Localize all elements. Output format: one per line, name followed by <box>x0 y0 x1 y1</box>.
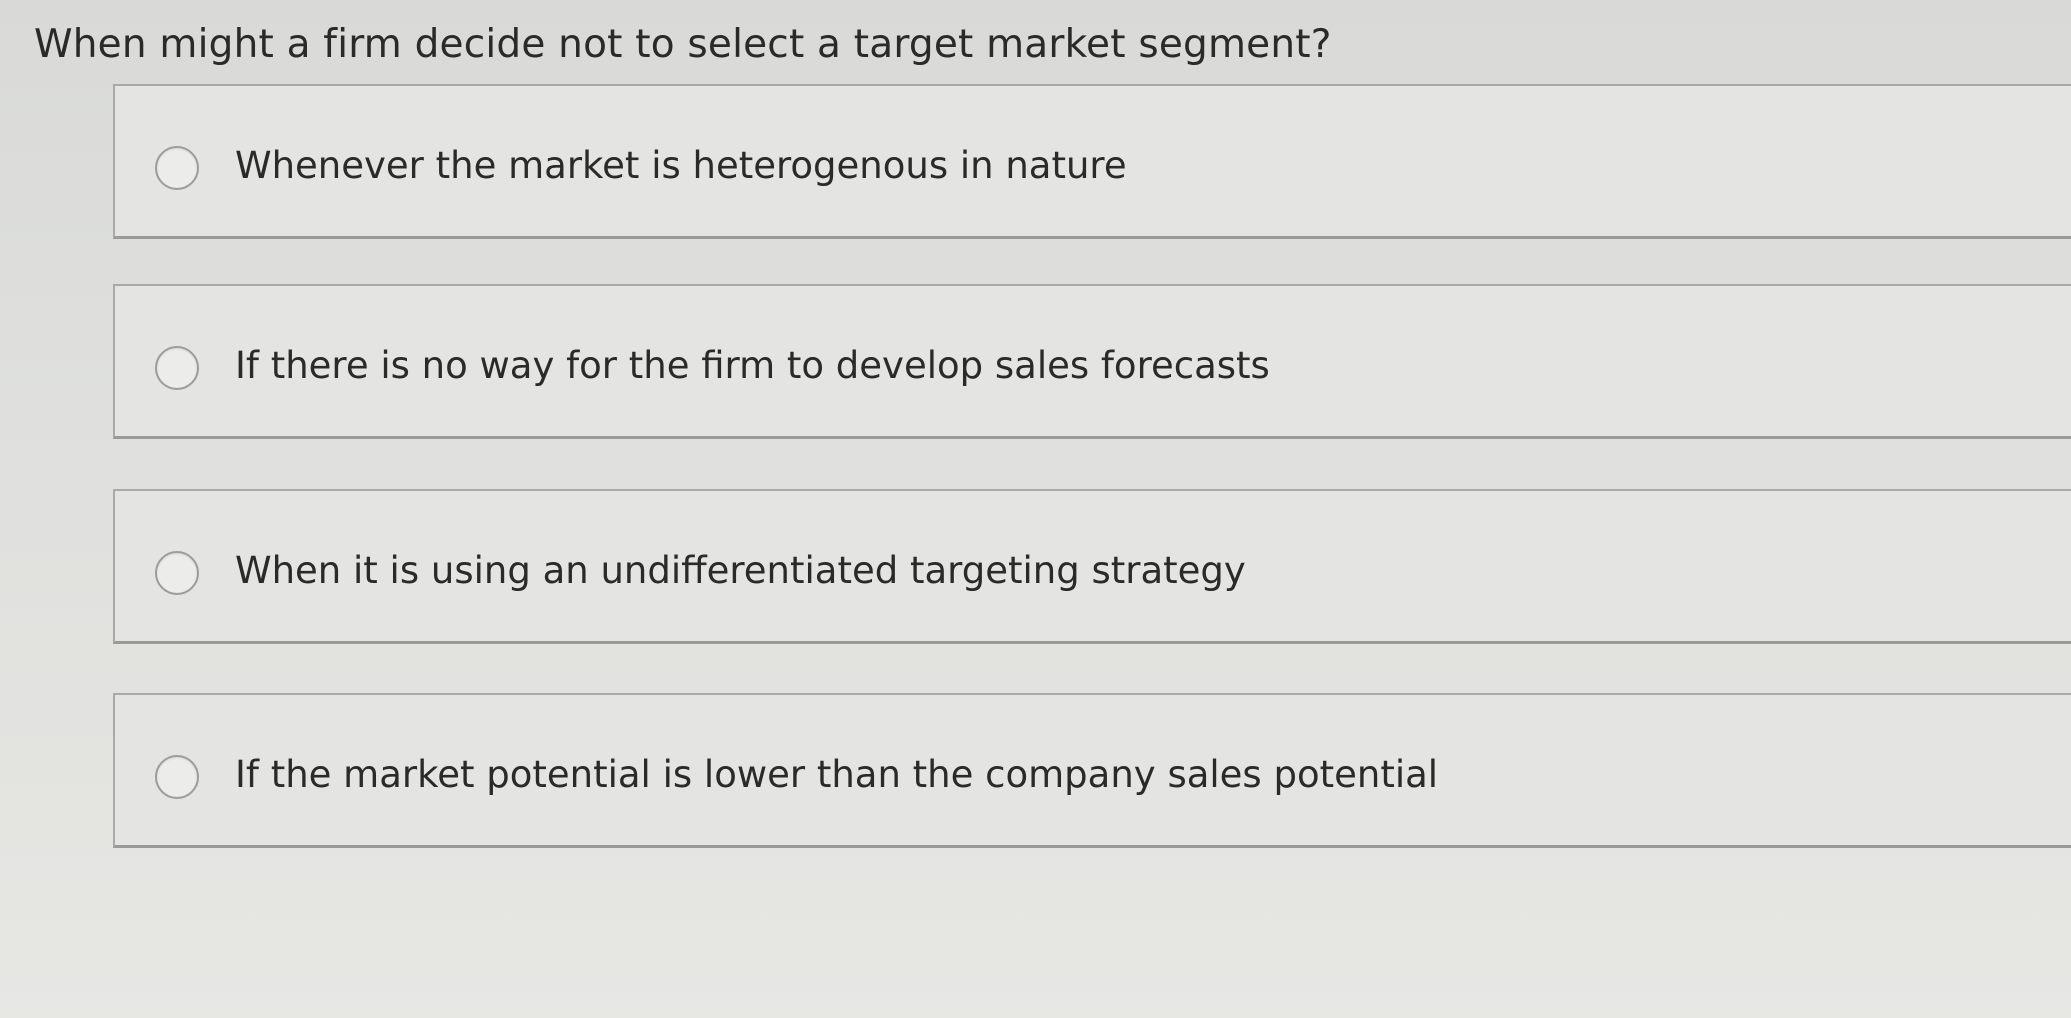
radio-button-icon[interactable] <box>155 551 199 595</box>
answer-option-label[interactable]: Whenever the market is heterogenous in n… <box>235 144 1127 187</box>
radio-button-icon[interactable] <box>155 146 199 190</box>
radio-button-icon[interactable] <box>155 755 199 799</box>
answer-option-1[interactable]: Whenever the market is heterogenous in n… <box>113 84 2071 239</box>
quiz-page: When might a firm decide not to select a… <box>0 0 2071 1018</box>
answer-option-label[interactable]: When it is using an undifferentiated tar… <box>235 549 1246 592</box>
question-text: When might a firm decide not to select a… <box>34 22 1332 67</box>
answer-option-label[interactable]: If there is no way for the firm to devel… <box>235 344 1270 387</box>
answer-option-2[interactable]: If there is no way for the firm to devel… <box>113 284 2071 439</box>
answer-option-4[interactable]: If the market potential is lower than th… <box>113 693 2071 848</box>
answer-option-3[interactable]: When it is using an undifferentiated tar… <box>113 489 2071 644</box>
radio-button-icon[interactable] <box>155 346 199 390</box>
answer-option-label[interactable]: If the market potential is lower than th… <box>235 753 1438 796</box>
